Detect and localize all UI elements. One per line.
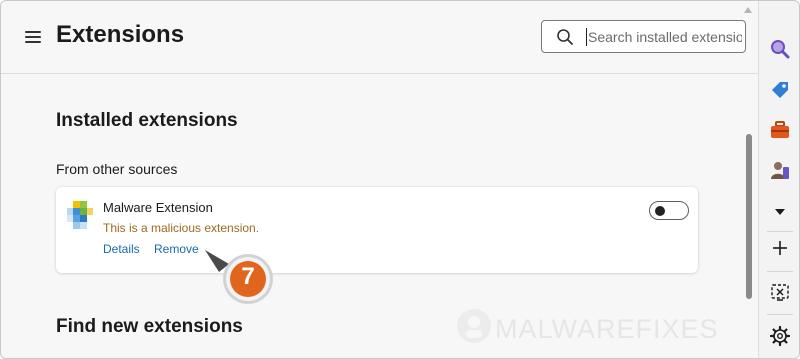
other-sources-label: From other sources bbox=[56, 161, 178, 177]
menu-icon[interactable] bbox=[25, 31, 41, 43]
extension-description: This is a malicious extension. bbox=[103, 221, 260, 235]
extension-card: Malware Extension This is a malicious ex… bbox=[56, 187, 698, 273]
details-link[interactable]: Details bbox=[103, 242, 140, 256]
text-cursor bbox=[586, 28, 587, 46]
extension-icon bbox=[67, 201, 93, 229]
step-number: 7 bbox=[241, 263, 255, 290]
scroll-up-arrow[interactable] bbox=[743, 6, 753, 14]
scrollbar-thumb[interactable] bbox=[746, 134, 752, 299]
plus-icon[interactable] bbox=[769, 237, 791, 259]
gear-icon[interactable] bbox=[769, 325, 791, 347]
remove-link[interactable]: Remove bbox=[154, 242, 199, 256]
page-title: Extensions bbox=[56, 21, 185, 48]
toolbox-icon[interactable] bbox=[769, 119, 791, 141]
page-header: Extensions bbox=[1, 1, 758, 74]
watermark-text: MALWAREFIXES bbox=[495, 314, 719, 344]
installed-extensions-heading: Installed extensions bbox=[56, 110, 238, 131]
toggle-knob bbox=[655, 206, 665, 216]
extension-toggle[interactable] bbox=[649, 201, 689, 220]
sidebar-divider bbox=[767, 314, 793, 315]
caret-down-icon[interactable] bbox=[769, 201, 791, 223]
search-icon bbox=[557, 29, 573, 45]
browser-window: Extensions Installed extensions From oth… bbox=[0, 0, 800, 359]
games-icon[interactable] bbox=[769, 159, 791, 181]
find-new-extensions-heading: Find new extensions bbox=[56, 316, 243, 337]
sidebar-divider bbox=[767, 271, 793, 272]
search-icon[interactable] bbox=[769, 38, 791, 60]
browser-sidebar bbox=[758, 1, 799, 358]
extension-name: Malware Extension bbox=[103, 200, 213, 215]
sidebar-divider bbox=[767, 231, 793, 232]
search-input[interactable] bbox=[588, 25, 742, 49]
screenshot-icon[interactable] bbox=[769, 281, 791, 303]
search-box[interactable] bbox=[541, 20, 746, 53]
tag-icon[interactable] bbox=[769, 79, 791, 101]
